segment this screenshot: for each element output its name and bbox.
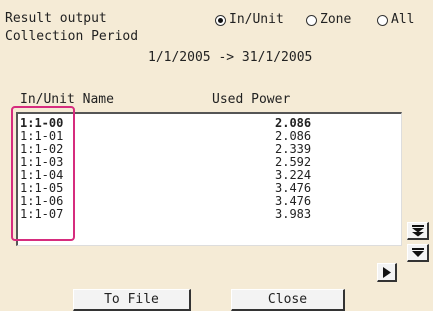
result-output-label: Result output: [5, 11, 107, 26]
unit-name: 1:1-07: [20, 207, 64, 221]
scroll-to-bottom-button[interactable]: [407, 222, 429, 240]
radio-all-label: All: [391, 12, 415, 27]
collection-period-label: Collection Period: [5, 29, 139, 44]
down-arrow-icon: [411, 247, 424, 257]
to-file-button[interactable]: To File: [73, 289, 191, 311]
right-arrow-icon: [382, 266, 391, 278]
column-header-power: Used Power: [212, 92, 291, 107]
radio-zone-label: Zone: [320, 12, 352, 27]
radio-all[interactable]: All: [377, 12, 414, 28]
next-page-button[interactable]: [377, 263, 397, 282]
radio-unselected-icon: [306, 14, 317, 26]
close-button[interactable]: Close: [231, 289, 345, 311]
radio-selected-icon: [215, 14, 226, 26]
radio-in-unit-label: In/Unit: [229, 12, 284, 27]
list-item[interactable]: 1:1-07 3.983: [18, 207, 401, 222]
radio-zone[interactable]: Zone: [306, 12, 351, 28]
power-list[interactable]: 1:1-00 2.086 1:1-01 2.086 1:1-02 2.339 1…: [16, 112, 402, 246]
used-power: 3.983: [275, 207, 312, 221]
radio-unselected-icon: [377, 14, 388, 26]
scroll-down-button[interactable]: [407, 244, 429, 262]
column-header-name: In/Unit Name: [20, 92, 114, 107]
collection-period-range: 1/1/2005 -> 31/1/2005: [148, 50, 313, 65]
double-down-arrow-icon: [411, 224, 424, 236]
radio-in-unit[interactable]: In/Unit: [215, 12, 284, 28]
